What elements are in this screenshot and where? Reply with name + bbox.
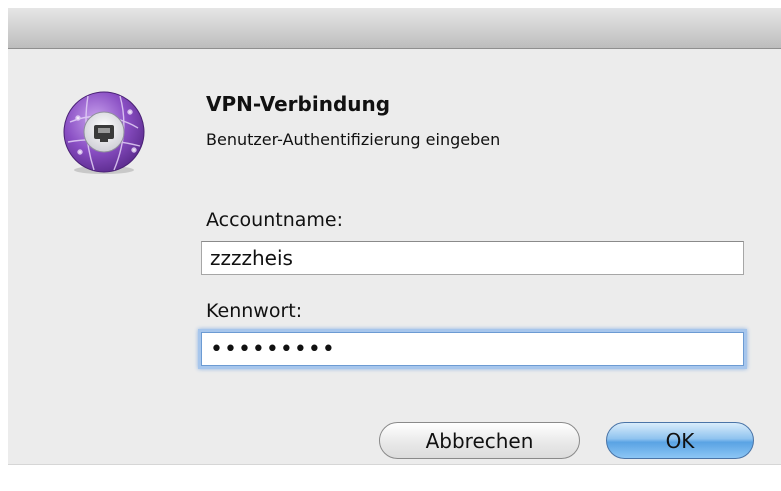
password-input[interactable] (201, 332, 744, 366)
ok-button[interactable]: OK (606, 422, 754, 459)
window-titlebar[interactable] (8, 8, 781, 49)
vpn-network-icon (60, 88, 148, 176)
account-name-input[interactable] (201, 241, 744, 275)
account-name-label: Accountname: (206, 209, 343, 231)
dialog-title: VPN-Verbindung (206, 92, 391, 116)
vpn-auth-dialog: VPN-Verbindung Benutzer-Authentifizierun… (8, 8, 781, 465)
dialog-subtitle: Benutzer-Authentifizierung eingeben (206, 130, 501, 149)
password-label: Kennwort: (206, 300, 303, 322)
cancel-button[interactable]: Abbrechen (379, 422, 580, 459)
